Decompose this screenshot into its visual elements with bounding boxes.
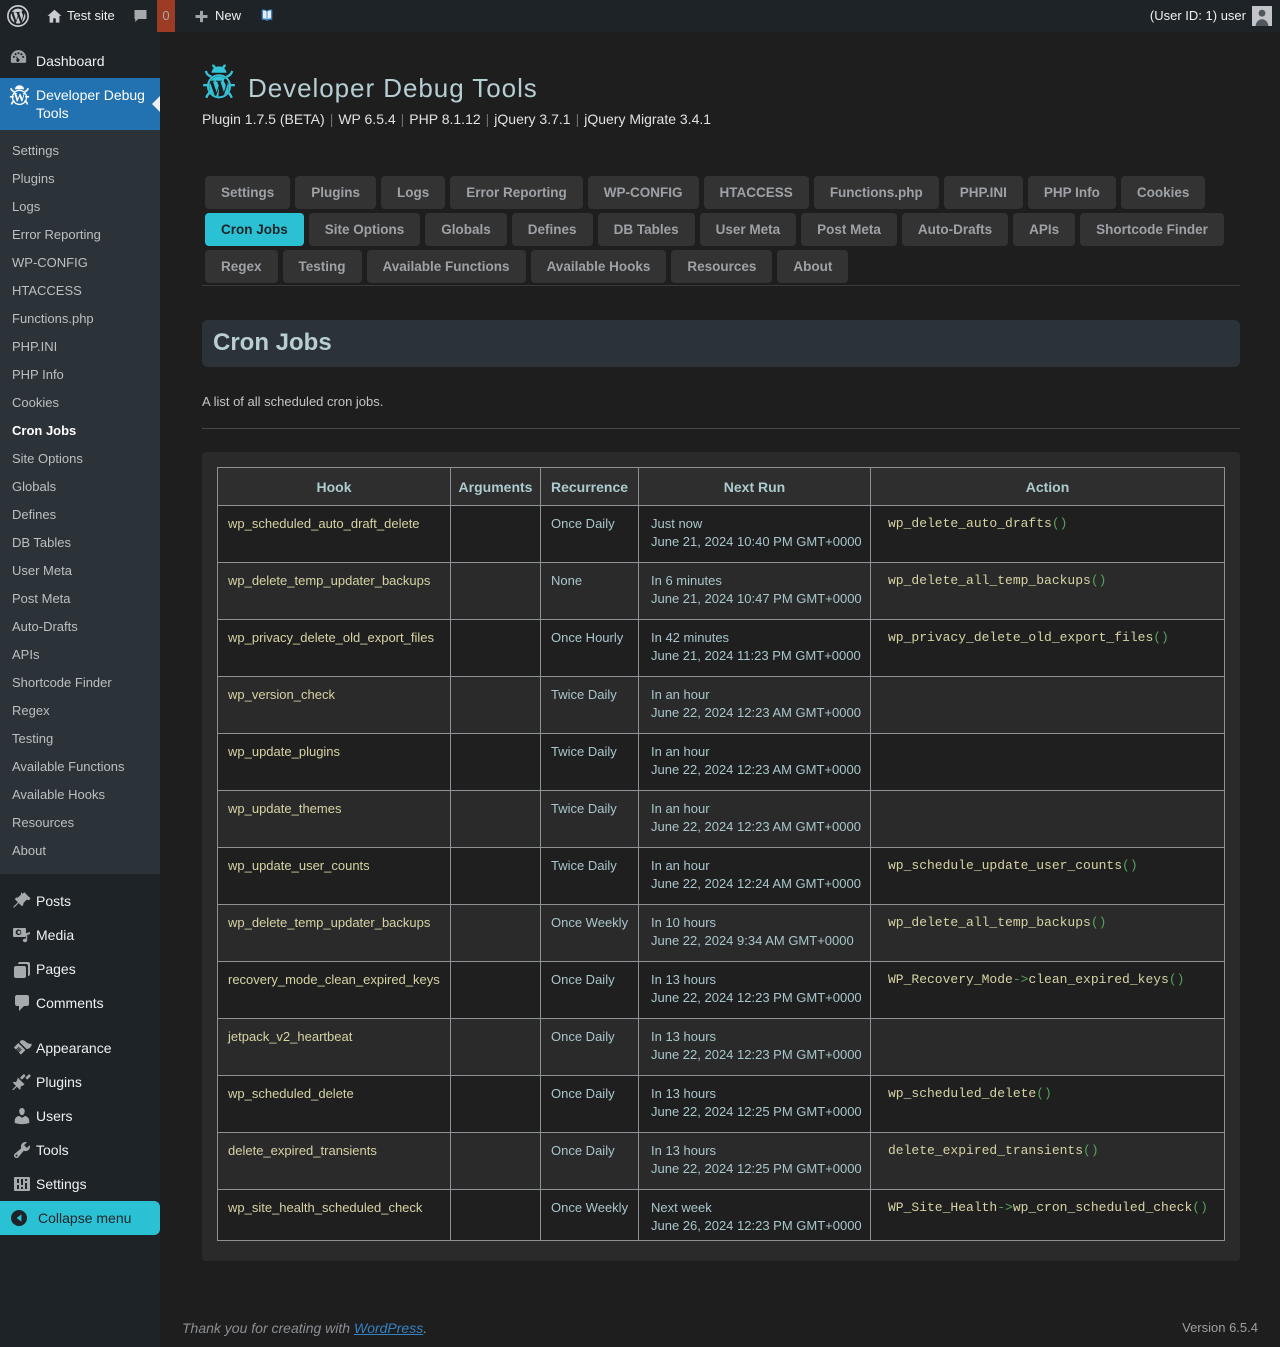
svg-text:W: W <box>13 91 25 105</box>
